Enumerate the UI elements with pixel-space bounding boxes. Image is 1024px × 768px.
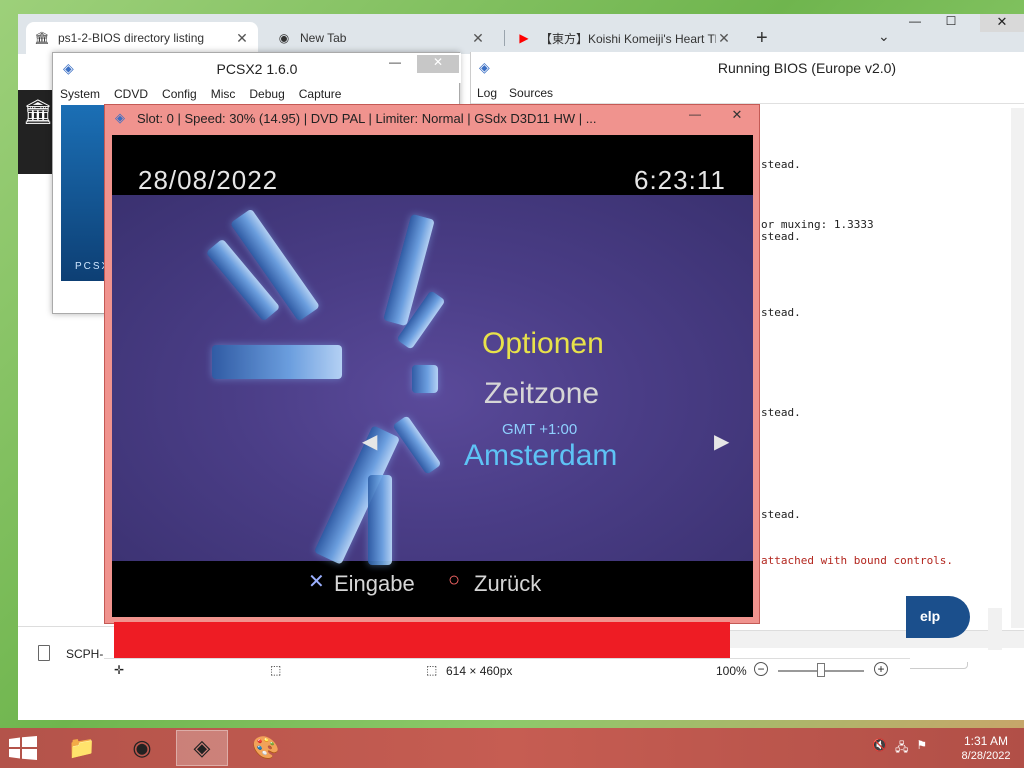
minimize-button[interactable]: — — [900, 14, 930, 32]
enter-hint: Eingabe — [334, 571, 415, 596]
menu-capture[interactable]: Capture — [292, 83, 349, 105]
log-scrollbar[interactable] — [1011, 108, 1024, 628]
back-hint: Zurück — [474, 571, 542, 596]
clock[interactable]: 1:31 AM 8/28/2022 — [956, 734, 1016, 762]
timezone-value[interactable]: Amsterdam — [464, 439, 617, 473]
log-line-error: attached with bound controls. — [761, 554, 954, 567]
tab-bios-listing[interactable]: 🏛 ps1-2-BIOS directory listing ✕ — [26, 22, 258, 54]
clock-date: 8/28/2022 — [961, 750, 1011, 762]
log-line: stead. — [761, 406, 801, 419]
log-line: stead. — [761, 306, 801, 319]
close-button[interactable]: ✕ — [417, 55, 459, 73]
zoom-level: 100% — [716, 664, 747, 678]
menu-cdvd[interactable]: CDVD — [107, 83, 155, 105]
tab-separator — [504, 30, 505, 46]
image-size: 614 × 460px — [446, 664, 513, 678]
tab-strip: 🏛 ps1-2-BIOS directory listing ✕ ◉ New T… — [18, 14, 1024, 54]
log-line: stead. — [761, 158, 801, 171]
paint-icon[interactable]: 🎨 — [240, 730, 292, 766]
action-center-icon[interactable]: ⚑ — [916, 738, 927, 759]
arrow-left-icon[interactable]: ◀ — [362, 429, 377, 454]
red-image-area — [114, 622, 730, 658]
file-icon — [38, 645, 50, 661]
file-explorer-icon[interactable]: 📁 — [56, 730, 108, 766]
crystal-shape — [392, 415, 442, 475]
pcsx2-menu-bar: System CDVD Config Misc Debug Capture — [53, 83, 461, 105]
network-icon[interactable]: 🖧 — [895, 738, 908, 759]
chrome-icon[interactable]: ◉ — [116, 730, 168, 766]
maximize-button[interactable]: ☐ — [936, 14, 966, 32]
options-heading: Optionen — [482, 327, 604, 360]
log-menu-bar: Log Sources — [471, 82, 1024, 104]
tab-title: 【東方】Koishi Komeiji's Heart Th — [540, 31, 716, 46]
move-icon: ✛ — [114, 663, 125, 677]
menu-sources[interactable]: Sources — [503, 82, 559, 103]
minimize-button[interactable]: — — [389, 55, 401, 69]
zoom-out-button[interactable]: − — [754, 662, 768, 676]
close-window-button[interactable]: ✕ — [980, 14, 1024, 32]
new-tab-button[interactable]: + — [756, 27, 768, 50]
crystal-shape — [368, 475, 392, 565]
clock-time: 1:31 AM — [963, 734, 1009, 748]
download-filename[interactable]: SCPH- — [66, 647, 103, 661]
menu-log[interactable]: Log — [471, 82, 503, 103]
help-button[interactable]: elp — [906, 596, 970, 638]
tab-title: New Tab — [300, 31, 347, 45]
tab-new-tab[interactable]: ◉ New Tab ✕ — [268, 22, 494, 54]
bios-time: 6:23:11 — [634, 165, 726, 195]
crystal-shape — [212, 345, 342, 379]
windows-start-icon[interactable] — [8, 736, 38, 760]
gsdx-title: Slot: 0 | Speed: 30% (14.95) | DVD PAL |… — [137, 111, 597, 126]
archive-icon: 🏛 — [34, 31, 50, 45]
crystal-shape — [412, 365, 438, 393]
tab-search-button[interactable]: ⌄ — [878, 28, 890, 45]
tab-close-icon[interactable]: ✕ — [470, 30, 486, 47]
arrow-right-icon[interactable]: ▶ — [714, 429, 729, 454]
zoom-slider-thumb[interactable] — [817, 663, 825, 677]
timezone-label: Zeitzone — [484, 377, 600, 410]
image-status-bar: ✛ ⬚ ⬚ 614 × 460px 100% − + — [104, 658, 910, 682]
tab-youtube[interactable]: ▶ 【東方】Koishi Komeiji's Heart Th ✕ — [508, 22, 740, 54]
tab-title: ps1-2-BIOS directory listing — [58, 31, 205, 45]
timezone-offset: GMT +1:00 — [502, 421, 578, 438]
selection-icon: ⬚ — [270, 663, 282, 677]
log-line: stead. — [761, 508, 801, 521]
circle-button-icon: ○ — [448, 569, 461, 591]
menu-system[interactable]: System — [53, 83, 107, 105]
bios-date: 28/08/2022 — [138, 165, 279, 195]
log-window-titlebar: ◈ Running BIOS (Europe v2.0) — [471, 52, 1024, 82]
gsdx-titlebar: ◈ Slot: 0 | Speed: 30% (14.95) | DVD PAL… — [105, 105, 761, 131]
system-tray: 🔇 🖧 ⚑ — [872, 738, 927, 759]
zoom-in-button[interactable]: + — [874, 662, 888, 676]
menu-misc[interactable]: Misc — [204, 83, 243, 105]
volume-muted-icon[interactable]: 🔇 — [872, 738, 887, 759]
pcsx2-icon: ◈ — [115, 110, 125, 125]
close-button[interactable]: ✕ — [715, 107, 759, 125]
chrome-icon: ◉ — [278, 31, 290, 45]
pcsx2-banner: PCSX2 — [61, 105, 116, 281]
youtube-icon: ▶ — [519, 31, 529, 45]
menu-config[interactable]: Config — [155, 83, 204, 105]
bios-background-scene — [112, 195, 753, 565]
minimize-button[interactable]: — — [689, 107, 701, 121]
page-scrollbar[interactable] — [988, 608, 1002, 650]
game-screen[interactable]: 28/08/2022 6:23:11 Optionen Zeitzone GMT… — [112, 135, 753, 617]
pcsx2-taskbar-icon[interactable]: ◈ — [176, 730, 228, 766]
image-size-icon: ⬚ — [426, 663, 438, 677]
log-window-title: Running BIOS (Europe v2.0) — [717, 60, 897, 76]
tab-close-icon[interactable]: ✕ — [234, 30, 250, 47]
pcsx2-titlebar: ◈ PCSX2 1.6.0 — ✕ — [53, 53, 461, 83]
log-line: stead. — [761, 230, 801, 243]
taskbar: 📁 ◉ ◈ 🎨 🔇 🖧 ⚑ 1:31 AM 8/28/2022 — [0, 728, 1024, 768]
tab-close-icon[interactable]: ✕ — [716, 30, 732, 47]
cross-button-icon: ✕ — [308, 571, 325, 593]
gsdx-game-window: ◈ Slot: 0 | Speed: 30% (14.95) | DVD PAL… — [104, 104, 760, 624]
menu-debug[interactable]: Debug — [242, 83, 291, 105]
